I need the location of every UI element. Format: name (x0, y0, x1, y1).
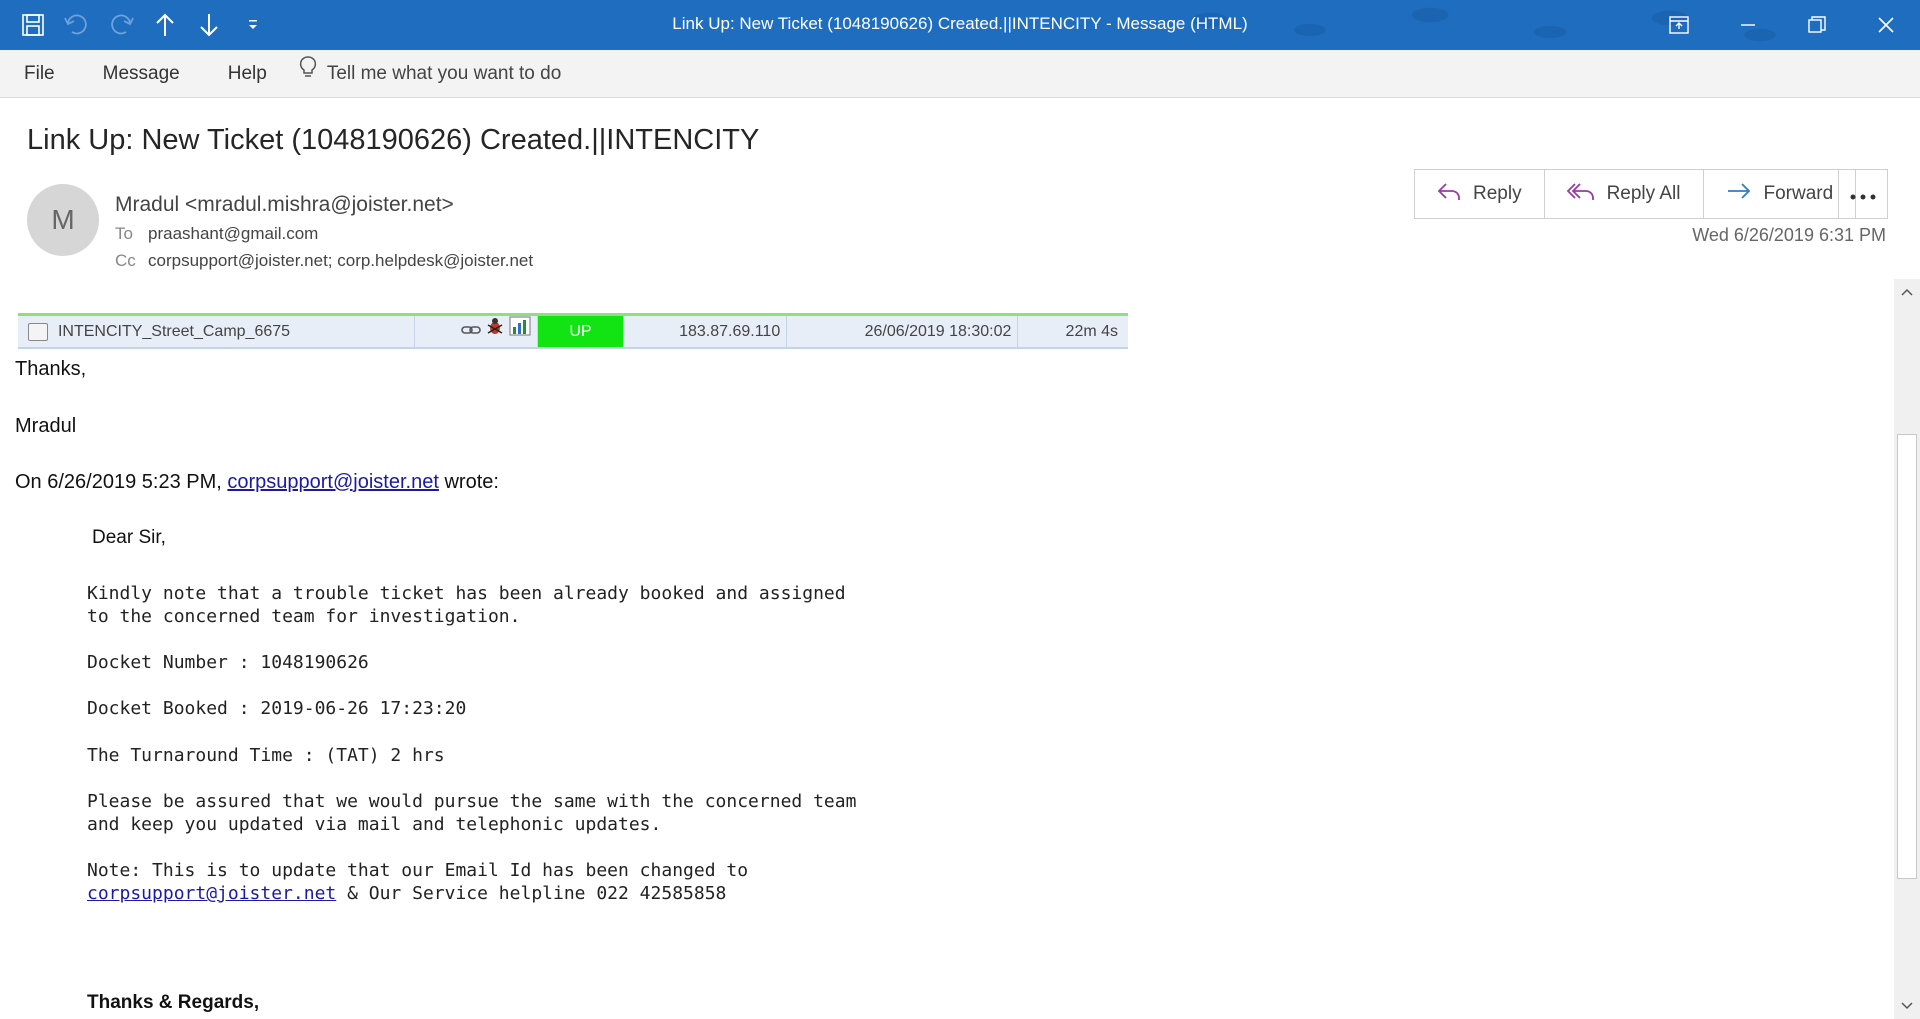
reply-all-icon (1566, 181, 1595, 207)
reply-icon (1437, 181, 1461, 207)
ribbon-display-icon[interactable] (1644, 0, 1713, 50)
note-line1: Note: This is to update that our Email I… (87, 860, 749, 881)
para2-line1: Please be assured that we would pursue t… (87, 791, 857, 812)
para1-line2: to the concerned team for investigation. (87, 606, 521, 627)
save-icon[interactable] (18, 8, 48, 42)
link-icon[interactable] (461, 316, 481, 347)
status-timestamp: 26/06/2019 18:30:02 (787, 316, 1019, 347)
menu-file[interactable]: File (0, 50, 79, 97)
scrollbar-thumb[interactable] (1897, 434, 1917, 879)
reply-button[interactable]: Reply (1415, 170, 1545, 218)
greeting: Dear Sir, (92, 527, 166, 548)
para1-line1: Kindly note that a trouble ticket has be… (87, 583, 846, 604)
undo-icon[interactable] (62, 8, 92, 42)
note-line2: corpsupport@joister.net & Our Service he… (87, 882, 726, 905)
status-duration: 22m 4s (1065, 323, 1119, 340)
title-bar: Link Up: New Ticket (1048190626) Created… (0, 0, 1920, 50)
menu-bar: File Message Help Tell me what you want … (0, 50, 1920, 98)
forward-button[interactable]: Forward (1704, 170, 1856, 218)
body-thanks: Thanks, (15, 358, 87, 380)
scroll-down-icon[interactable] (1894, 993, 1920, 1019)
cc-row: Cc corpsupport@joister.net; corp.helpdesk… (115, 251, 533, 271)
quote-header: On 6/26/2019 5:23 PM, corpsupport@joiste… (15, 471, 499, 494)
reply-label: Reply (1473, 183, 1522, 204)
status-badge: UP (538, 316, 624, 347)
quick-access-toolbar (18, 0, 268, 50)
cc-recipients[interactable]: corpsupport@joister.net; corp.helpdesk@j… (148, 251, 533, 270)
menu-help[interactable]: Help (204, 50, 291, 97)
ip-address: 183.87.69.110 (624, 316, 788, 347)
quote-suffix: wrote: (444, 471, 499, 493)
row-icons (415, 316, 539, 347)
response-actions: Reply Reply All Forward (1414, 169, 1857, 219)
to-recipients[interactable]: praashant@gmail.com (148, 224, 318, 243)
more-actions-button[interactable] (1838, 169, 1888, 219)
regards: Thanks & Regards, (87, 992, 260, 1013)
menu-message[interactable]: Message (79, 50, 204, 97)
scroll-up-icon[interactable] (1894, 279, 1920, 305)
forward-icon (1726, 181, 1752, 207)
monitor-status-row: INTENCITY_Street_Camp_6675 UP 183.87.69.… (18, 313, 1128, 349)
customize-icon[interactable] (238, 8, 268, 42)
graph-icon[interactable] (509, 316, 531, 347)
tell-me-label: Tell me what you want to do (326, 63, 562, 84)
to-row: To praashant@gmail.com (115, 224, 318, 244)
reply-all-button[interactable]: Reply All (1545, 170, 1704, 218)
window-controls (1644, 0, 1920, 50)
avatar[interactable]: M (27, 184, 99, 256)
turnaround-time: The Turnaround Time : (TAT) 2 hrs (87, 745, 445, 766)
para2-line2: and keep you updated via mail and teleph… (87, 814, 662, 835)
to-label: To (115, 224, 133, 243)
note-email-link[interactable]: corpsupport@joister.net (87, 883, 336, 904)
message-subject: Link Up: New Ticket (1048190626) Created… (27, 124, 760, 156)
device-name: INTENCITY_Street_Camp_6675 (56, 316, 415, 347)
sent-date: Wed 6/26/2019 6:31 PM (1692, 225, 1886, 245)
close-icon[interactable] (1851, 0, 1920, 50)
docket-number: Docket Number : 1048190626 (87, 652, 369, 673)
body-signature: Mradul (15, 415, 77, 437)
cc-label: Cc (115, 251, 136, 270)
arrow-down-icon[interactable] (194, 8, 224, 42)
redo-icon[interactable] (106, 8, 136, 42)
quote-prefix: On 6/26/2019 5:23 PM, (15, 471, 222, 493)
restore-icon[interactable] (1782, 0, 1851, 50)
lightbulb-icon (299, 50, 317, 97)
sender[interactable]: Mradul <mradul.mishra@joister.net> (115, 193, 454, 217)
reply-all-label: Reply All (1606, 183, 1681, 204)
forward-label: Forward (1763, 183, 1834, 204)
row-checkbox[interactable] (28, 322, 48, 341)
note-helpline: & Our Service helpline 022 42585858 (336, 883, 727, 904)
minimize-icon[interactable] (1713, 0, 1782, 50)
ellipsis-icon (1850, 185, 1876, 204)
bug-icon[interactable] (485, 316, 505, 347)
tell-me-search[interactable]: Tell me what you want to do (291, 50, 585, 97)
vertical-scrollbar[interactable] (1894, 279, 1920, 1019)
docket-booked: Docket Booked : 2019-06-26 17:23:20 (87, 698, 467, 719)
arrow-up-icon[interactable] (150, 8, 180, 42)
quote-email-link[interactable]: corpsupport@joister.net (227, 471, 439, 493)
